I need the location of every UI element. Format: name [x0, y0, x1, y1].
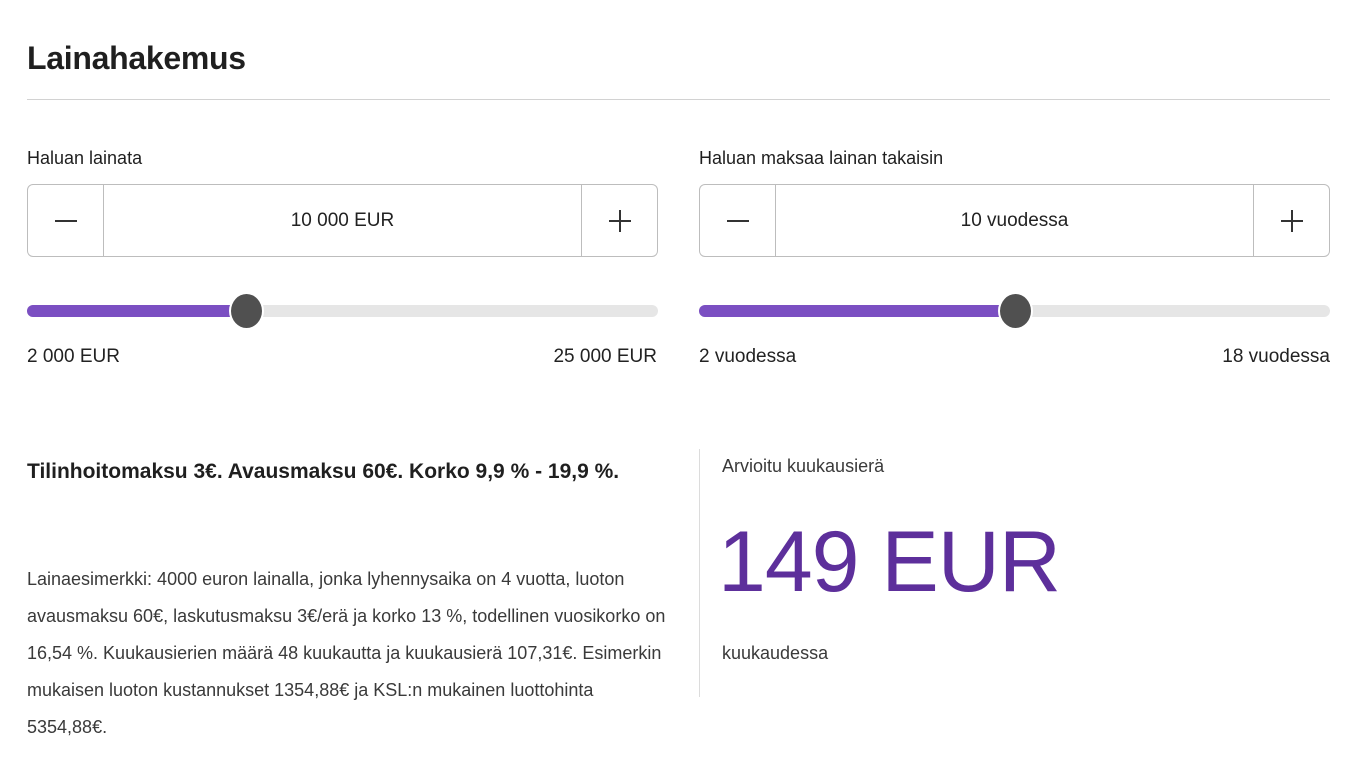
monthly-payment-unit: kuukaudessa: [722, 643, 829, 663]
loan-term-decrease-button[interactable]: [700, 185, 776, 256]
loan-amount-stepper: 10 000 EUR: [27, 184, 658, 257]
monthly-payment-amount: 149 EUR: [718, 514, 1061, 610]
loan-application-page: Lainahakemus Haluan lainata 10 000 EUR 2…: [0, 0, 1366, 768]
loan-term-max-label: 18 vuodessa: [1222, 346, 1330, 367]
title-divider: [27, 99, 1330, 100]
loan-term-value[interactable]: 10 vuodessa: [776, 185, 1253, 256]
fees-summary: Tilinhoitomaksu 3€. Avausmaksu 60€. Kork…: [27, 460, 620, 483]
minus-icon: [726, 219, 749, 222]
monthly-payment-label: Arvioitu kuukausierä: [722, 456, 885, 476]
loan-term-increase-button[interactable]: [1253, 185, 1329, 256]
loan-amount-max-label: 25 000 EUR: [553, 346, 657, 367]
loan-term-min-label: 2 vuodessa: [699, 346, 797, 367]
loan-example-text: Lainaesimerkki: 4000 euron lainalla, jon…: [27, 569, 666, 737]
vertical-divider: [699, 449, 700, 697]
loan-amount-value[interactable]: 10 000 EUR: [104, 185, 581, 256]
slider-handle[interactable]: [998, 292, 1033, 330]
loan-amount-decrease-button[interactable]: [28, 185, 104, 256]
slider-fill: [699, 305, 1015, 317]
loan-term-label: Haluan maksaa lainan takaisin: [699, 148, 944, 168]
loan-amount-increase-button[interactable]: [581, 185, 657, 256]
page-title: Lainahakemus: [27, 40, 246, 76]
minus-icon: [54, 219, 77, 222]
loan-term-slider[interactable]: [699, 292, 1330, 330]
slider-handle[interactable]: [229, 292, 264, 330]
loan-amount-slider[interactable]: [27, 292, 658, 330]
plus-icon: [1280, 209, 1303, 232]
loan-amount-min-label: 2 000 EUR: [27, 346, 120, 367]
loan-amount-label: Haluan lainata: [27, 148, 143, 168]
plus-icon: [608, 209, 631, 232]
loan-term-stepper: 10 vuodessa: [699, 184, 1330, 257]
slider-fill: [27, 305, 246, 317]
